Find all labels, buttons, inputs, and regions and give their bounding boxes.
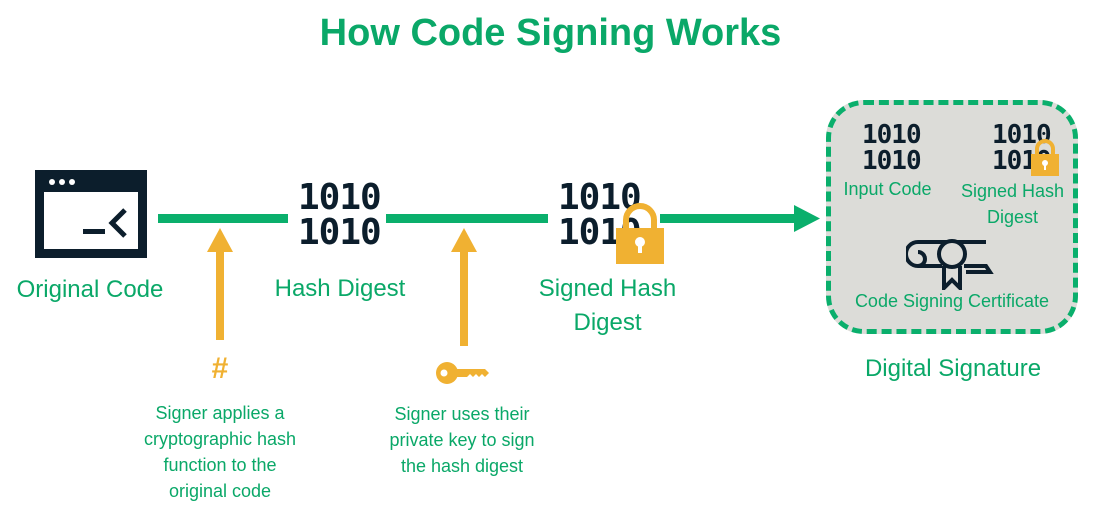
terminal-window-icon [35, 170, 147, 258]
binary-icon: 1010 1010 [862, 120, 922, 176]
certificate-icon [906, 239, 994, 290]
page-title: How Code Signing Works [319, 12, 782, 54]
certificate-label: Code Signing Certificate [854, 291, 1050, 311]
up-arrow-icon [207, 228, 233, 340]
signed-hash-label: Signed Hash Digest [960, 181, 1065, 227]
step-label-hash-digest: Hash Digest [274, 275, 406, 302]
up-arrow-icon [451, 228, 477, 346]
binary-icon: 1010 1010 [298, 177, 382, 253]
arrow-head-icon [794, 205, 820, 232]
flow-arrow-line [660, 214, 800, 223]
action-caption-key: Signer uses their private key to sign the … [389, 404, 535, 476]
hash-icon: # [211, 352, 229, 385]
padlock-icon [616, 203, 664, 264]
flow-line [386, 214, 548, 223]
key-icon [436, 362, 489, 384]
step-label-original-code: Original Code [16, 276, 164, 303]
action-caption-hash: Signer applies a cryptographic hash funct… [143, 403, 297, 501]
flow-line [158, 214, 288, 223]
input-code-label: Input Code [843, 179, 932, 199]
digital-signature-caption: Digital Signature [864, 355, 1042, 382]
padlock-icon [1031, 139, 1059, 176]
step-label-signed-hash: Signed Hash Digest [538, 275, 677, 336]
